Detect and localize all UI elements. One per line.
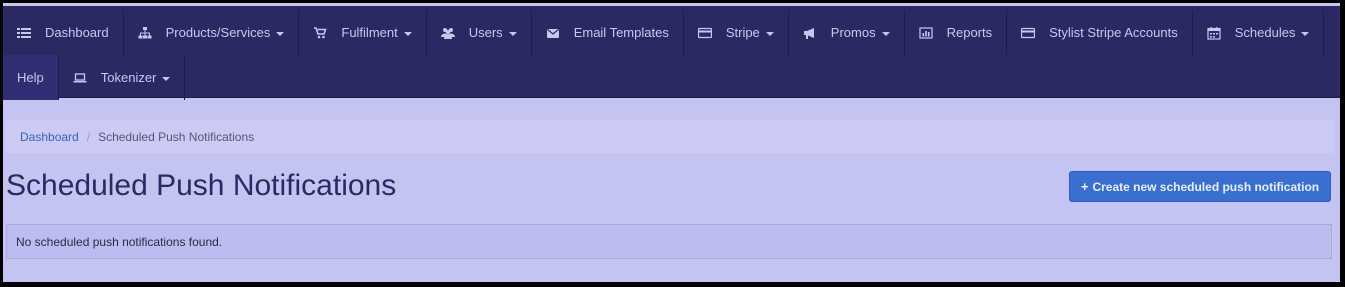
nav-item-schedules[interactable]: Schedules [1193, 10, 1325, 55]
caret-down-icon [881, 32, 890, 36]
nav-item-dashboard[interactable]: Dashboard [3, 10, 124, 55]
breadcrumb: Dashboard / Scheduled Push Notifications [6, 120, 1334, 153]
nav-item-label: Users [468, 25, 503, 40]
plus-icon: + [1080, 179, 1089, 194]
top-navbar: Dashboard Products/Services Fulfilment U… [3, 6, 1340, 100]
nav-item-label: Products/Services [165, 25, 271, 40]
caret-down-icon [276, 32, 285, 36]
nav-item-tokenizer[interactable]: Tokenizer [59, 55, 186, 100]
bar-chart-icon [918, 26, 933, 40]
nav-item-products-services[interactable]: Products/Services [124, 10, 300, 55]
nav-item-reports[interactable]: Reports [905, 10, 1008, 55]
empty-state-message: No scheduled push notifications found. [16, 234, 223, 249]
envelope-icon [546, 26, 560, 40]
nav-item-promos[interactable]: Promos [789, 10, 905, 55]
laptop-icon [73, 71, 87, 85]
breadcrumb-home-link[interactable]: Dashboard [20, 130, 79, 144]
list-icon [17, 26, 31, 40]
breadcrumb-separator: / [86, 129, 91, 144]
nav-item-stylist-stripe-accounts[interactable]: Stylist Stripe Accounts [1007, 10, 1193, 55]
nav-item-label: Tokenizer [100, 70, 157, 85]
nav-item-label: Promos [830, 25, 876, 40]
nav-item-help[interactable]: Help [3, 55, 59, 100]
calendar-icon [1207, 26, 1221, 40]
caret-down-icon [403, 32, 412, 36]
caret-down-icon [765, 32, 774, 36]
nav-item-label: Fulfilment [341, 25, 398, 40]
empty-state-panel: No scheduled push notifications found. [6, 224, 1332, 259]
caret-down-icon [162, 77, 171, 81]
app-window: Dashboard Products/Services Fulfilment U… [3, 3, 1340, 282]
nav-item-label: Help [17, 70, 44, 85]
nav-item-label: Stylist Stripe Accounts [1049, 25, 1178, 40]
caret-down-icon [1301, 32, 1310, 36]
nav-item-fulfilment[interactable]: Fulfilment [299, 10, 427, 55]
nav-row-primary: Dashboard Products/Services Fulfilment U… [3, 10, 1325, 55]
page-title: Scheduled Push Notifications [6, 169, 397, 202]
nav-item-label: Dashboard [45, 25, 109, 40]
create-button-label: Create new scheduled push notification [1092, 179, 1320, 194]
nav-item-label: Reports [946, 25, 993, 40]
credit-card-icon [1021, 26, 1036, 40]
users-icon [440, 26, 455, 40]
nav-item-email-templates[interactable]: Email Templates [532, 10, 684, 55]
nav-item-label: Schedules [1234, 25, 1296, 40]
nav-item-users[interactable]: Users [427, 10, 532, 55]
cart-icon [313, 26, 327, 40]
nav-item-stripe[interactable]: Stripe [684, 10, 789, 55]
nav-row-secondary: Help Tokenizer [3, 55, 186, 100]
sitemap-icon [138, 26, 152, 40]
nav-item-label: Stripe [725, 25, 760, 40]
caret-down-icon [508, 32, 517, 36]
credit-card-icon [697, 26, 712, 40]
nav-item-label: Email Templates [573, 25, 669, 40]
create-scheduled-push-notification-button[interactable]: + Create new scheduled push notification [1069, 171, 1331, 202]
breadcrumb-current: Scheduled Push Notifications [98, 129, 255, 144]
bullhorn-icon [803, 26, 817, 40]
